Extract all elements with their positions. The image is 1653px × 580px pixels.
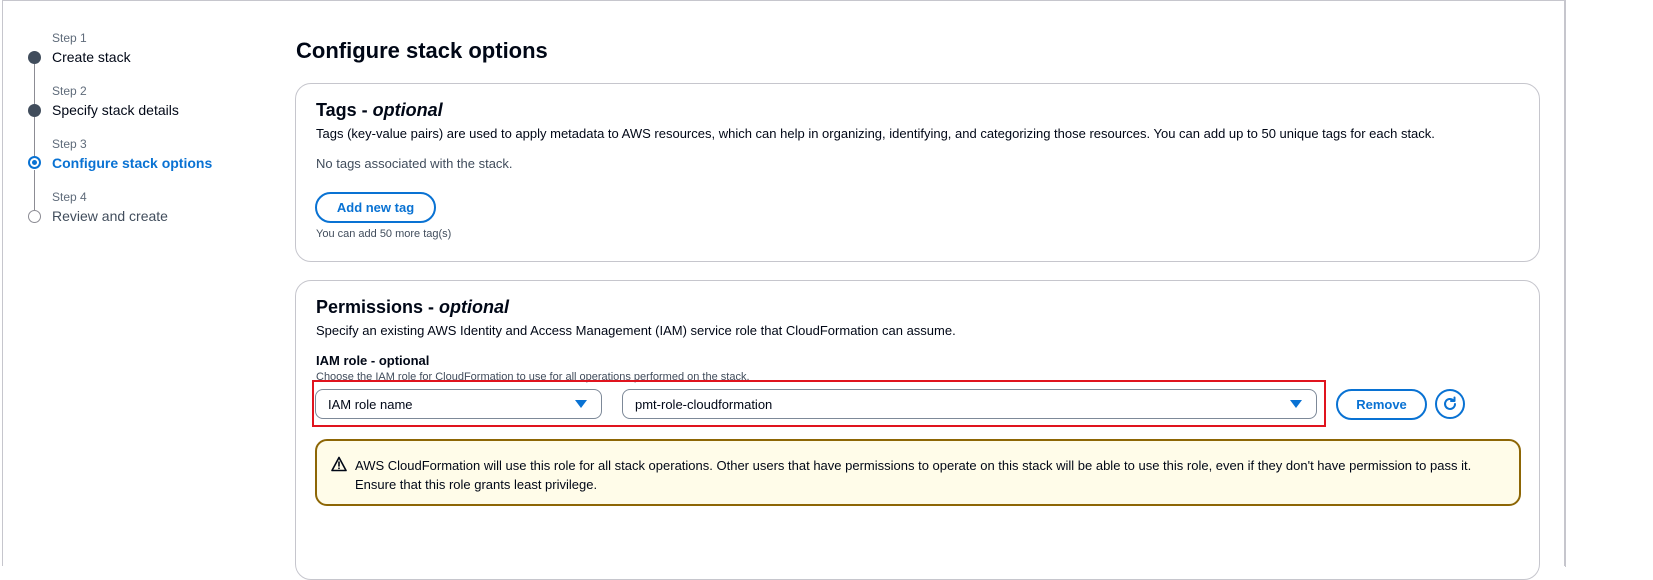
step-2-indicator — [28, 104, 41, 117]
iam-role-label: IAM role - optional — [316, 353, 430, 368]
step-3-indicator — [28, 156, 41, 169]
step-4-label: Review and create — [52, 208, 168, 224]
remove-button[interactable]: Remove — [1336, 389, 1427, 420]
permissions-heading-text: Permissions - — [316, 297, 440, 317]
tags-description: Tags (key-value pairs) are used to apply… — [316, 126, 1435, 141]
warning-alert: AWS CloudFormation will use this role fo… — [315, 439, 1521, 506]
step-3-number: Step 3 — [52, 137, 87, 151]
add-new-tag-button[interactable]: Add new tag — [315, 192, 436, 223]
step-1-number: Step 1 — [52, 31, 87, 45]
step-4-number: Step 4 — [52, 190, 87, 204]
warning-alert-text: AWS CloudFormation will use this role fo… — [355, 458, 1472, 492]
step-4-indicator — [28, 210, 41, 223]
step-1-indicator — [28, 51, 41, 64]
tags-heading-optional: optional — [372, 100, 443, 120]
caret-down-icon — [575, 400, 587, 408]
step-1-link[interactable]: Create stack — [52, 49, 131, 65]
step-connector — [34, 170, 35, 210]
permissions-description: Specify an existing AWS Identity and Acc… — [316, 323, 956, 338]
iam-role-type-select[interactable]: IAM role name — [315, 389, 602, 419]
step-connector — [34, 117, 35, 157]
iam-role-name-value: pmt-role-cloudformation — [635, 396, 773, 412]
page-title: Configure stack options — [296, 38, 548, 63]
page-edge — [1565, 0, 1566, 567]
permissions-heading: Permissions - optional — [316, 297, 509, 318]
warning-icon — [331, 456, 347, 472]
step-2-number: Step 2 — [52, 84, 87, 98]
caret-down-icon — [1290, 400, 1302, 408]
step-3-label: Configure stack options — [52, 155, 213, 171]
tags-panel: Tags - optional Tags (key-value pairs) a… — [295, 83, 1540, 262]
refresh-button[interactable] — [1435, 389, 1465, 419]
step-connector — [34, 64, 35, 104]
permissions-panel: Permissions - optional Specify an existi… — [295, 280, 1540, 580]
iam-role-type-value: IAM role name — [328, 396, 413, 412]
tags-empty-text: No tags associated with the stack. — [316, 156, 513, 171]
step-2-link[interactable]: Specify stack details — [52, 102, 179, 118]
permissions-heading-optional: optional — [439, 297, 510, 317]
tags-heading-text: Tags - — [316, 100, 373, 120]
iam-role-hint: Choose the IAM role for CloudFormation t… — [316, 371, 750, 383]
refresh-icon — [1444, 396, 1456, 410]
iam-role-name-select[interactable]: pmt-role-cloudformation — [622, 389, 1317, 419]
tags-heading: Tags - optional — [316, 100, 443, 121]
tags-remaining-text: You can add 50 more tag(s) — [316, 228, 452, 240]
